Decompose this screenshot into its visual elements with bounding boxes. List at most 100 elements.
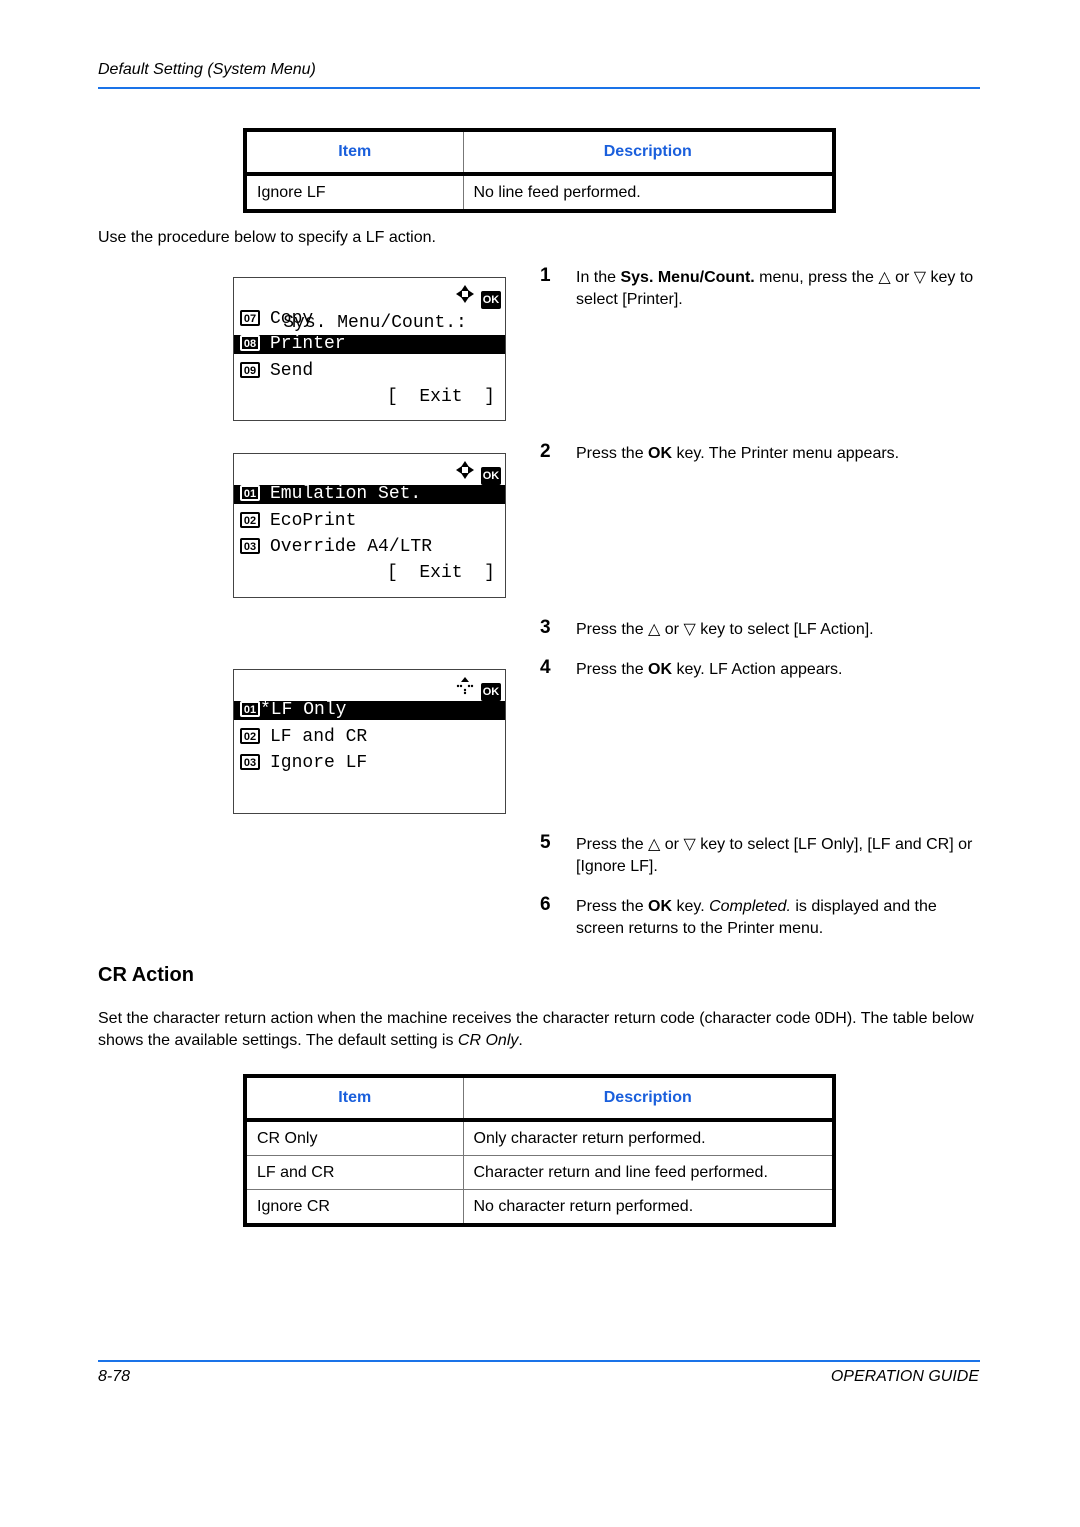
text-run: Press the: [576, 445, 649, 462]
text-run: Set the character return action when the…: [98, 1010, 974, 1049]
table-row: Ignore LF No line feed performed.: [245, 174, 834, 211]
lcd-title-row: Printer: OK: [234, 454, 505, 509]
lcd-menu-item[interactable]: 07 Copy: [234, 306, 505, 332]
table-header-row: Item Description: [245, 1076, 834, 1122]
ok-key-icon: OK: [481, 466, 501, 485]
step-text: In the Sys. Menu/Count. menu, press the …: [576, 267, 980, 311]
bold-text: OK: [648, 445, 673, 462]
lf-table: Item Description Ignore LF No line feed …: [243, 128, 836, 213]
item-number-badge: 07: [240, 310, 260, 327]
procedure-intro: Use the procedure below to specify a LF …: [98, 229, 436, 246]
exit-softkey[interactable]: [ Exit ]: [234, 560, 505, 586]
step-number: 6: [540, 894, 551, 915]
step-text: Press the OK key. Completed. is displaye…: [576, 896, 980, 940]
section-heading: CR Action: [98, 964, 194, 986]
text-run: Press the △ or ▽ key to select [LF Only]…: [576, 836, 973, 875]
cr-table: Item Description CR Only Only character …: [243, 1074, 836, 1227]
lcd-menu-item[interactable]: 02 EcoPrint: [234, 508, 505, 534]
item-cell: LF and CR: [245, 1155, 464, 1190]
table-row: LF and CR Character return and line feed…: [245, 1155, 834, 1190]
text-run: key. LF Action appears.: [672, 661, 843, 678]
text-run: .: [518, 1032, 523, 1049]
item-label: Send: [270, 361, 314, 381]
column-header-item: Item: [245, 1076, 464, 1122]
ok-key-icon: OK: [481, 682, 501, 701]
step-text: Press the OK key. LF Action appears.: [576, 659, 980, 681]
column-header-item: Item: [245, 130, 464, 176]
item-label: LF and CR: [270, 727, 368, 747]
lcd-menu-item[interactable]: 02 LF and CR: [234, 724, 505, 750]
section-header-title: Default Setting (System Menu): [98, 61, 316, 78]
step-number: 5: [540, 832, 551, 853]
item-label: EcoPrint: [270, 511, 357, 531]
item-number-badge: 08: [240, 335, 260, 352]
item-label: Emulation Set.: [270, 484, 422, 504]
section-paragraph: Set the character return action when the…: [98, 1008, 988, 1052]
step-text: Press the OK key. The Printer menu appea…: [576, 443, 980, 465]
footer-rule: [98, 1360, 980, 1362]
italic-text: CR Only: [457, 1032, 519, 1049]
bold-text: OK: [648, 661, 673, 678]
procedure-step: 2 Press the OK key. The Printer menu appe…: [540, 441, 980, 465]
lcd-screen-sys-menu: Sys. Menu/Count.: OK 07 Copy 08 Printer 09…: [233, 277, 506, 421]
lcd-screen-printer: Printer: OK 01Emulation Set. 02EcoPrint …: [233, 453, 506, 598]
lcd-menu-item-selected[interactable]: 01 *LF Only: [234, 701, 505, 720]
item-number-badge: 03: [240, 538, 260, 555]
step-number: 1: [540, 265, 551, 286]
item-label: Copy: [270, 309, 314, 329]
item-label: Override A4/LTR: [270, 537, 433, 557]
description-cell: Character return and line feed performed…: [463, 1155, 834, 1190]
item-number-badge: 09: [240, 362, 260, 379]
item-label: Ignore LF: [270, 753, 368, 773]
item-number-badge: 01: [240, 485, 260, 502]
lcd-screen-lf-action: LF Action: OK 01*LF Only 02 LF and CR 03 I…: [233, 669, 506, 814]
column-header-description: Description: [463, 1076, 834, 1122]
table-row: Ignore CR No character return performed.: [245, 1189, 834, 1225]
table-header-row: Item Description: [245, 130, 834, 176]
lcd-menu-item[interactable]: 03 Ignore LF: [234, 750, 505, 776]
lcd-menu-item[interactable]: 09 Send: [234, 358, 505, 384]
item-number-badge: 03: [240, 754, 260, 771]
lcd-menu-item[interactable]: 03 Override A4/LTR: [234, 534, 505, 560]
step-text: Press the △ or ▽ key to select [LF Actio…: [576, 619, 980, 641]
item-label: *LF Only: [260, 700, 347, 720]
step-number: 4: [540, 657, 551, 678]
description-cell: No line feed performed.: [473, 183, 641, 201]
guide-title: OPERATION GUIDE: [830, 1368, 979, 1385]
exit-softkey[interactable]: [ Exit ]: [234, 384, 505, 410]
lcd-title-row: LF Action: OK: [234, 670, 505, 725]
text-run: key.: [672, 898, 710, 915]
procedure-step: 3 Press the △ or ▽ key to select [LF Acti…: [540, 617, 980, 641]
lcd-menu-item-selected[interactable]: 08 Printer: [234, 335, 505, 354]
procedure-step: 1 In the Sys. Menu/Count. menu, press the…: [540, 265, 980, 311]
procedure-step: 6 Press the OK key. Completed. is display…: [540, 894, 980, 940]
text-run: Press the: [576, 661, 649, 678]
page-number: 8-78: [98, 1368, 131, 1385]
item-cell: Ignore LF: [245, 174, 464, 211]
item-number-badge: 02: [240, 728, 260, 745]
procedure-step: 4 Press the OK key. LF Action appears.: [540, 657, 980, 681]
lcd-menu-item-selected[interactable]: 01 Emulation Set.: [234, 485, 505, 504]
description-cell: Only character return performed.: [463, 1120, 834, 1156]
text-run: Press the: [576, 898, 649, 915]
text-run: key. The Printer menu appears.: [672, 445, 900, 462]
bold-text: Sys. Menu/Count.: [620, 269, 755, 286]
header-rule: [98, 87, 980, 89]
description-cell: No character return performed.: [473, 1197, 694, 1215]
text-run: In the: [576, 269, 621, 286]
step-number: 2: [540, 441, 551, 462]
item-number-badge: 02: [240, 512, 260, 529]
step-text: Press the △ or ▽ key to select [LF Only]…: [576, 834, 980, 878]
item-number-badge: 01: [240, 701, 260, 718]
procedure-step: 5 Press the △ or ▽ key to select [LF Only…: [540, 832, 980, 878]
italic-text: Completed.: [709, 898, 791, 915]
lcd-title-row: Sys. Menu/Count.: OK: [234, 278, 505, 333]
bold-text: OK: [648, 898, 673, 915]
item-cell: CR Only: [245, 1120, 464, 1156]
column-header-description: Description: [463, 130, 834, 176]
item-cell: Ignore CR: [245, 1189, 464, 1225]
table-row: CR Only Only character return performed.: [245, 1120, 834, 1156]
step-number: 3: [540, 617, 551, 638]
text-run: Press the △ or ▽ key to select [LF Actio…: [576, 621, 874, 638]
item-label: Printer: [270, 334, 346, 354]
